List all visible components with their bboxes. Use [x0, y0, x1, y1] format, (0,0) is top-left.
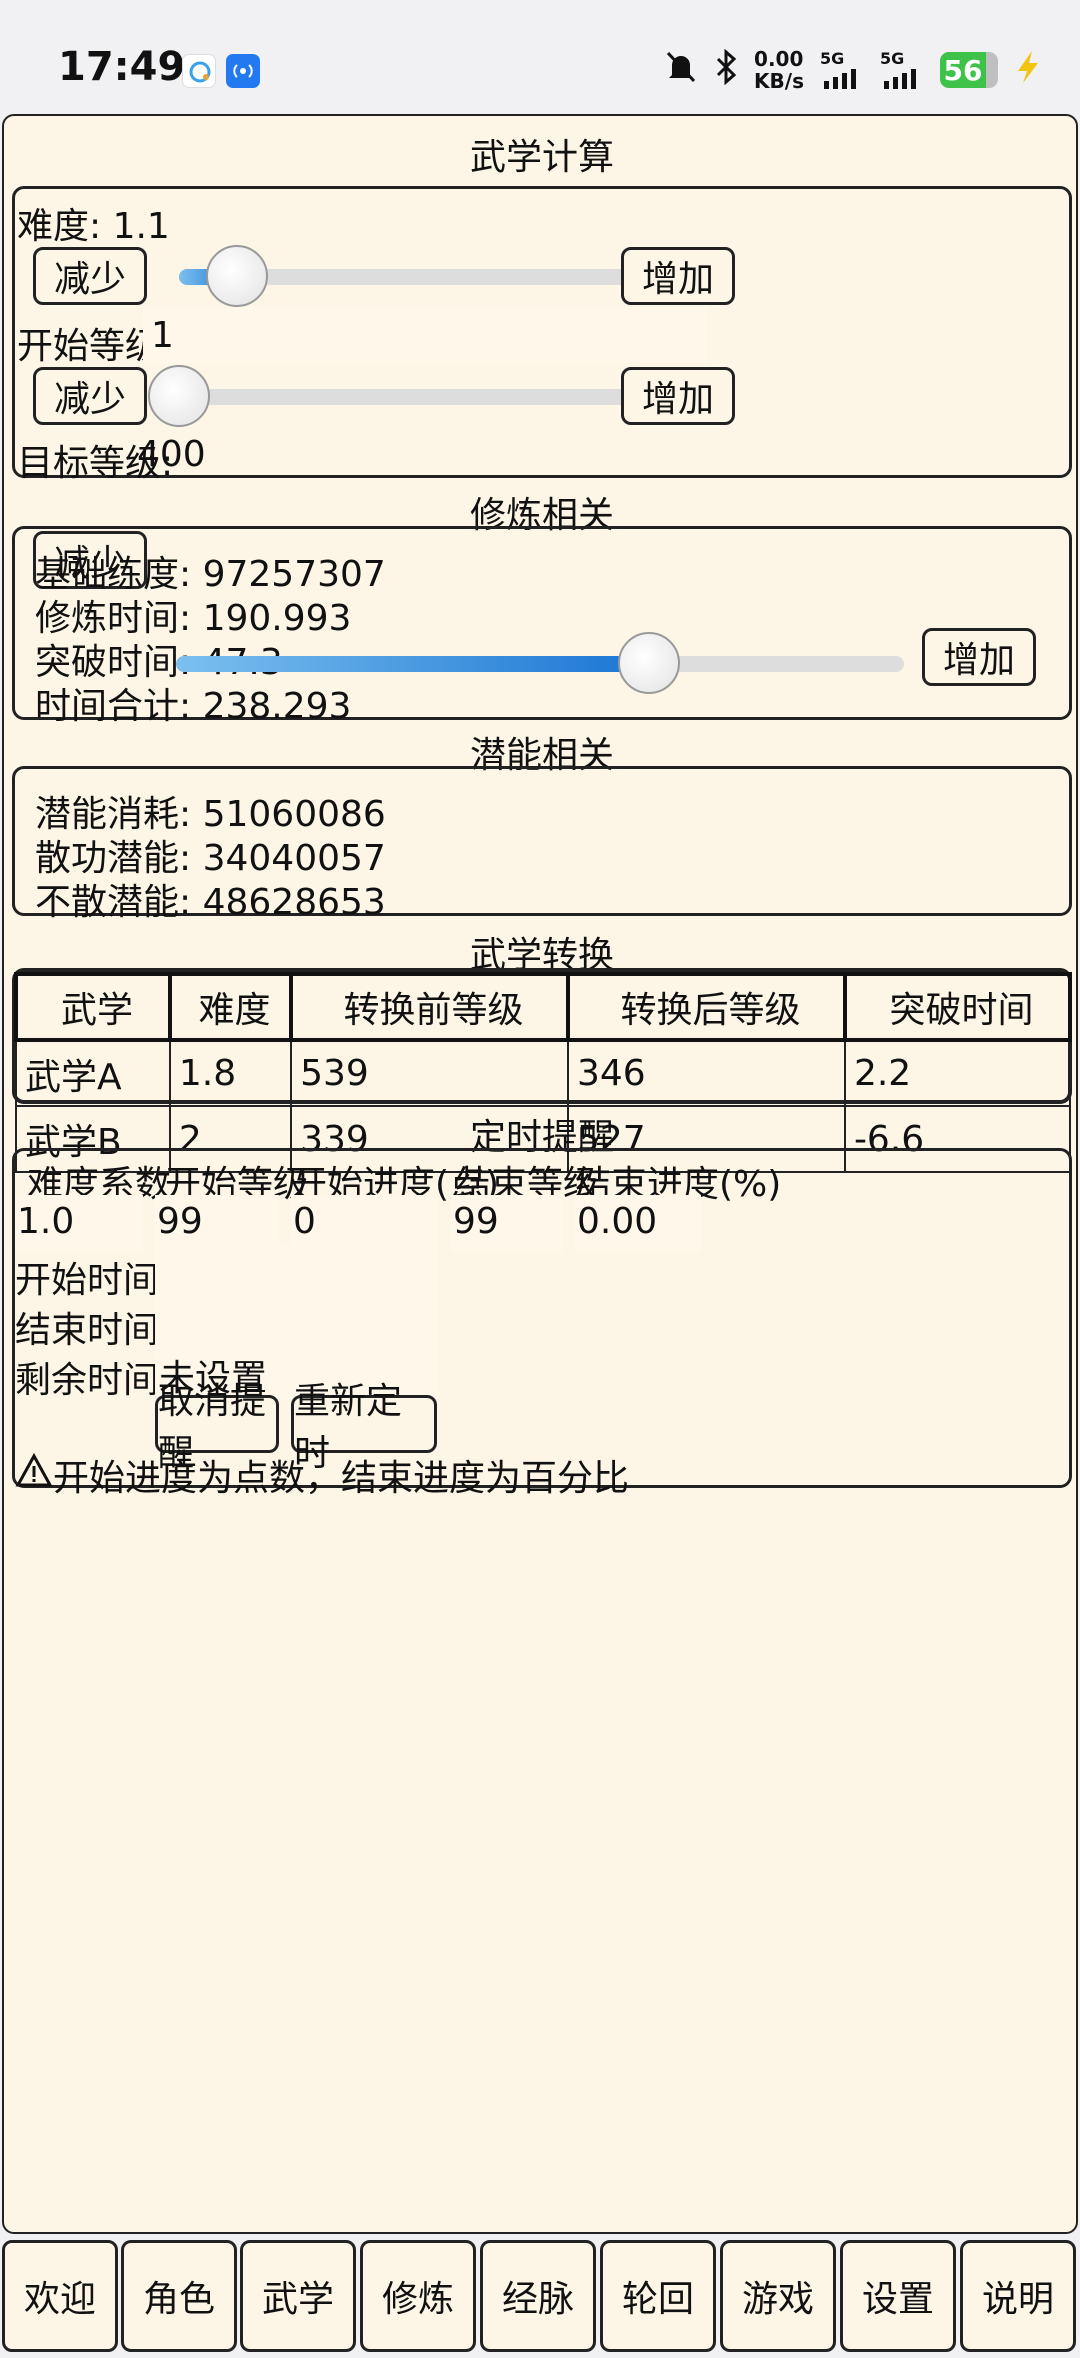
convert-header-cell: 转换后等级 [566, 972, 847, 1042]
start-time-field [155, 1243, 437, 1299]
convert-header-cell: 难度 [167, 972, 294, 1042]
table-row: 武学A 1.8 539 346 2.2 [15, 1039, 1072, 1107]
start-level-input-value: 99 [157, 1201, 203, 1242]
target-level-row: 减少 [12, 406, 1072, 589]
convert-cell-name: 武学A [15, 1039, 171, 1107]
end-time-label: 结束时间 [15, 1310, 160, 1351]
convert-header-cell: 突破时间 [842, 972, 1073, 1042]
signal-sim2: 5G [880, 51, 924, 89]
app-panel: 武学计算 难度: 1.1 减少 增加 开始等级： 1 减少 增加 目标等级: 4… [2, 114, 1078, 2234]
convert-cell-input[interactable]: 539 [290, 1039, 569, 1107]
chat-bubble-icon [182, 54, 216, 88]
tab-martial-arts[interactable]: 武学 [240, 2240, 356, 2352]
convert-header-cell: 武学 [14, 972, 172, 1042]
target-level-increase-button[interactable]: 增加 [922, 628, 1036, 686]
potential-item: 不散潜能: 48628653 [35, 882, 386, 923]
warning-icon [15, 1452, 53, 1499]
reset-timer-button[interactable]: 重新定时 [291, 1381, 437, 1474]
net-speed: 0.00 KB/s [754, 47, 804, 93]
reminder-box: 难度系数 开始等级 开始进度(点) 结束等级 结束进度(%) 1.0 99 0 … [12, 1148, 1072, 1499]
start-level-field[interactable]: 1 [143, 307, 707, 363]
start-level-slider[interactable] [148, 365, 665, 427]
convert-cell: 2.2 [843, 1039, 1072, 1107]
tab-meridians[interactable]: 经脉 [480, 2240, 596, 2352]
status-bar: 17:49 0.00 KB/s 5G 5G 56 [0, 0, 1080, 112]
tab-welcome[interactable]: 欢迎 [2, 2240, 118, 2352]
reminder-note-text: 开始进度为点数，结束进度为百分比 [53, 1458, 630, 1499]
difficulty-coef-input[interactable]: 1.0 [15, 1195, 143, 1251]
start-level-value: 1 [151, 315, 174, 356]
target-level-slider-fill [176, 656, 650, 672]
target-level-slider-thumb[interactable] [618, 632, 681, 694]
start-progress-value: 0 [293, 1201, 316, 1242]
reminder-note: 开始进度为点数，结束进度为百分比 [15, 1449, 629, 1501]
difficulty-increase-button[interactable]: 增加 [621, 247, 735, 305]
training-item: 时间合计: 238.293 [35, 686, 352, 727]
difficulty-slider[interactable] [179, 245, 665, 307]
difficulty-coef-value: 1.0 [17, 1201, 75, 1242]
tab-game[interactable]: 游戏 [720, 2240, 836, 2352]
bell-muted-icon [664, 49, 698, 91]
battery-icon: 56 [940, 52, 998, 88]
tab-character[interactable]: 角色 [121, 2240, 237, 2352]
hotspot-icon [226, 54, 260, 88]
start-time-label: 开始时间 [15, 1260, 160, 1301]
target-level-slider[interactable] [176, 632, 904, 694]
difficulty-label: 难度: 1.1 [17, 206, 170, 247]
difficulty-decrease-button[interactable]: 减少 [33, 247, 147, 305]
end-level-input[interactable]: 99 [451, 1195, 563, 1251]
end-progress-value: 0.00 [577, 1201, 658, 1242]
cancel-reminder-button[interactable]: 取消提醒 [155, 1381, 279, 1474]
end-progress-input[interactable]: 0.00 [575, 1195, 701, 1251]
convert-header-row: 武学 难度 转换前等级 转换后等级 突破时间 [14, 972, 1073, 1042]
status-time: 17:49 [58, 44, 186, 90]
difficulty-slider-thumb[interactable] [206, 245, 269, 307]
end-level-value: 99 [453, 1201, 499, 1242]
tab-settings[interactable]: 设置 [840, 2240, 956, 2352]
convert-header-cell: 转换前等级 [289, 972, 570, 1042]
calc-title: 武学计算 [469, 137, 614, 178]
tab-help[interactable]: 说明 [960, 2240, 1076, 2352]
tab-training[interactable]: 修炼 [360, 2240, 476, 2352]
signal-sim1: 5G [820, 51, 864, 89]
convert-cell: 346 [567, 1039, 846, 1107]
bluetooth-icon [714, 48, 738, 91]
potential-box: 潜能消耗: 51060086 散功潜能: 34040057 不散潜能: 4862… [12, 766, 1072, 923]
tab-reincarnation[interactable]: 轮回 [600, 2240, 716, 2352]
charging-icon [1014, 49, 1042, 91]
convert-cell-input[interactable]: 1.8 [168, 1039, 293, 1107]
status-indicators: 0.00 KB/s 5G 5G 56 [664, 48, 1042, 92]
training-box: 基础练度: 97257307 修炼时间: 190.993 突破时间: 47.3 … [12, 526, 1072, 727]
end-time-field [155, 1293, 437, 1349]
